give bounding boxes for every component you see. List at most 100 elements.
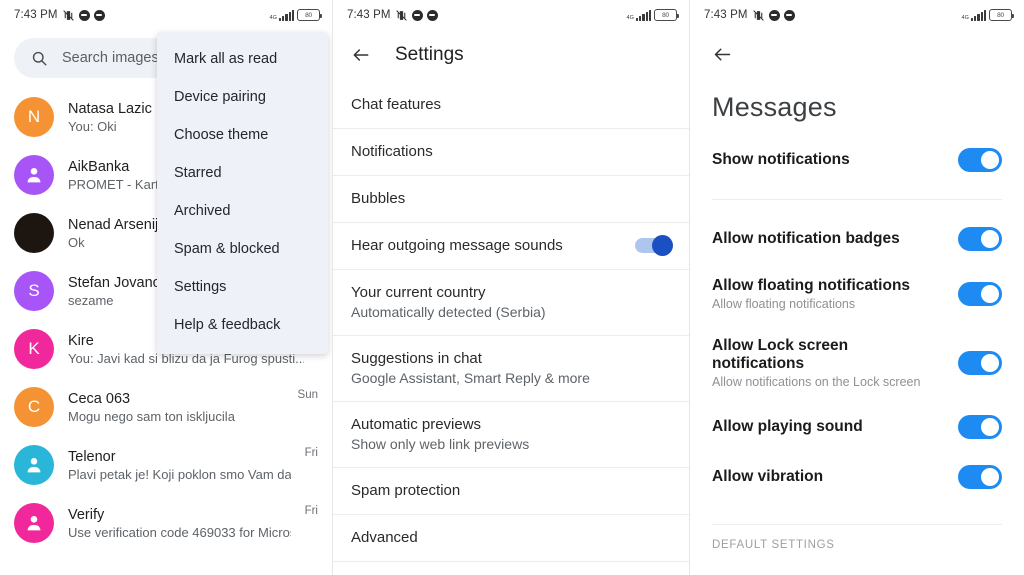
row-title: Hear outgoing message sounds — [351, 237, 563, 254]
toggle-allow-lock-screen-notifications[interactable] — [958, 351, 1002, 375]
status-bar: 7:43 PM 4G 80 — [333, 0, 689, 30]
row-subtitle: Allow notifications on the Lock screen — [712, 375, 921, 389]
person-icon — [27, 516, 41, 531]
notification-row-allow-vibration[interactable]: Allow vibration — [690, 452, 1024, 502]
row-text: Allow floating notifications Allow float… — [712, 277, 944, 311]
menu-item-starred[interactable]: Starred — [157, 154, 328, 192]
list-item-text: Telenor Plavi petak je! Koji poklon smo … — [68, 449, 291, 482]
row-title: Chat features — [351, 96, 442, 113]
toggle-show-notifications[interactable] — [958, 148, 1002, 172]
settings-row-spam-protection[interactable]: Spam protection — [333, 468, 689, 515]
settings-toolbar: Settings — [333, 30, 689, 82]
contact-name: Ceca 063 — [68, 390, 131, 407]
do-not-disturb-icon — [768, 9, 780, 21]
avatar: C — [14, 387, 54, 427]
battery-icon: 80 — [297, 9, 323, 21]
do-not-disturb-icon — [93, 9, 105, 21]
notification-row-allow-floating-notifications[interactable]: Allow floating notifications Allow float… — [690, 264, 1024, 324]
contact-name: Telenor — [68, 448, 116, 465]
row-title: Automatic previews — [351, 416, 482, 433]
search-placeholder: Search images — [62, 50, 159, 66]
status-bar: 7:43 PM 4G 80 — [0, 0, 332, 30]
notification-settings-toolbar — [690, 30, 1024, 70]
menu-item-spam-and-blocked[interactable]: Spam & blocked — [157, 230, 328, 268]
avatar-initial: K — [28, 339, 40, 358]
panel-app-notification-settings: 7:43 PM 4G 80 Messages Show notification… — [690, 0, 1024, 575]
list-item[interactable]: Telenor Plavi petak je! Koji poklon smo … — [0, 436, 332, 494]
avatar: N — [14, 97, 54, 137]
message-time: Fri — [304, 447, 318, 459]
list-item[interactable]: C Ceca 063 Mogu nego sam ton iskljucila … — [0, 378, 332, 436]
signal-icon — [636, 9, 651, 21]
row-title: Suggestions in chat — [351, 350, 482, 367]
menu-item-archived[interactable]: Archived — [157, 192, 328, 230]
message-time: Fri — [304, 505, 318, 517]
menu-item-settings[interactable]: Settings — [157, 268, 328, 306]
row-text: Allow vibration — [712, 468, 944, 486]
row-title: Allow notification badges — [712, 230, 900, 247]
settings-row-notifications[interactable]: Notifications — [333, 129, 689, 176]
menu-item-mark-all-as-read[interactable]: Mark all as read — [157, 40, 328, 78]
toggle-hear-outgoing-message-sounds[interactable] — [635, 235, 673, 256]
notification-row-allow-notification-badges[interactable]: Allow notification badges — [690, 214, 1024, 264]
back-arrow-icon[interactable] — [712, 48, 733, 69]
row-title: Your current country — [351, 284, 486, 301]
person-icon — [27, 168, 41, 183]
settings-row-suggestions-in-chat[interactable]: Suggestions in chat Google Assistant, Sm… — [333, 336, 689, 402]
menu-item-help-and-feedback[interactable]: Help & feedback — [157, 306, 328, 344]
message-snippet: Use verification code 469033 for Micros.… — [68, 524, 291, 540]
avatar-initial: C — [27, 397, 41, 416]
do-not-disturb-icon — [411, 9, 423, 21]
back-arrow-icon[interactable] — [351, 45, 371, 65]
status-bar-right: 4G 80 — [269, 9, 323, 21]
panel-settings: 7:43 PM 4G 80 Settings Chat features Not… — [333, 0, 690, 575]
toggle-allow-floating-notifications[interactable] — [958, 282, 1002, 306]
row-subtitle: Automatically detected (Serbia) — [351, 304, 546, 320]
settings-row-advanced[interactable]: Advanced — [333, 515, 689, 562]
menu-item-device-pairing[interactable]: Device pairing — [157, 78, 328, 116]
status-time: 7:43 PM — [347, 9, 391, 21]
divider — [712, 199, 1002, 200]
row-subtitle: Google Assistant, Smart Reply & more — [351, 370, 590, 386]
settings-rows: Chat features Notifications Bubbles Hear… — [333, 82, 689, 562]
settings-row-hear-outgoing-message-sounds[interactable]: Hear outgoing message sounds — [333, 223, 689, 270]
settings-row-bubbles[interactable]: Bubbles — [333, 176, 689, 223]
vibrate-off-icon — [395, 9, 408, 22]
battery-level: 80 — [997, 11, 1004, 19]
status-bar-right: 4G 80 — [627, 9, 680, 21]
toggle-allow-playing-sound[interactable] — [958, 415, 1002, 439]
notification-row-allow-lock-screen-notifications[interactable]: Allow Lock screen notifications Allow no… — [690, 324, 1024, 402]
vibrate-off-icon — [752, 9, 765, 22]
avatar — [14, 503, 54, 543]
network-type-label: 4G — [961, 14, 970, 21]
battery-icon: 80 — [989, 9, 1015, 21]
status-bar-left: 7:43 PM — [14, 9, 105, 22]
row-title: Bubbles — [351, 190, 406, 207]
avatar: K — [14, 329, 54, 369]
menu-item-choose-theme[interactable]: Choose theme — [157, 116, 328, 154]
avatar — [14, 155, 54, 195]
do-not-disturb-icon — [426, 9, 438, 21]
person-icon — [27, 458, 41, 473]
overflow-menu[interactable]: Mark all as read Device pairing Choose t… — [157, 32, 328, 354]
do-not-disturb-icon — [78, 9, 90, 21]
network-type-label: 4G — [269, 14, 278, 21]
three-panel-screenshot: 7:43 PM 4G 80 Search images N Natasa Laz… — [0, 0, 1024, 575]
toggle-allow-vibration[interactable] — [958, 465, 1002, 489]
list-item[interactable]: Verify Use verification code 469033 for … — [0, 494, 332, 552]
settings-row-chat-features[interactable]: Chat features — [333, 82, 689, 129]
message-time: Sun — [297, 389, 318, 401]
row-text: Show notifications — [712, 151, 944, 169]
settings-row-your-current-country[interactable]: Your current country Automatically detec… — [333, 270, 689, 336]
status-bar-left: 7:43 PM — [347, 9, 438, 22]
toggle-allow-notification-badges[interactable] — [958, 227, 1002, 251]
status-bar-right: 4G 80 — [961, 9, 1015, 21]
page-title: Messages — [712, 92, 837, 122]
settings-row-automatic-previews[interactable]: Automatic previews Show only web link pr… — [333, 402, 689, 468]
row-title: Notifications — [351, 143, 433, 160]
notification-row-allow-playing-sound[interactable]: Allow playing sound — [690, 402, 1024, 452]
signal-icon — [971, 9, 986, 21]
notification-row-show-notifications[interactable]: Show notifications — [690, 135, 1024, 185]
row-text: Allow Lock screen notifications Allow no… — [712, 337, 944, 389]
